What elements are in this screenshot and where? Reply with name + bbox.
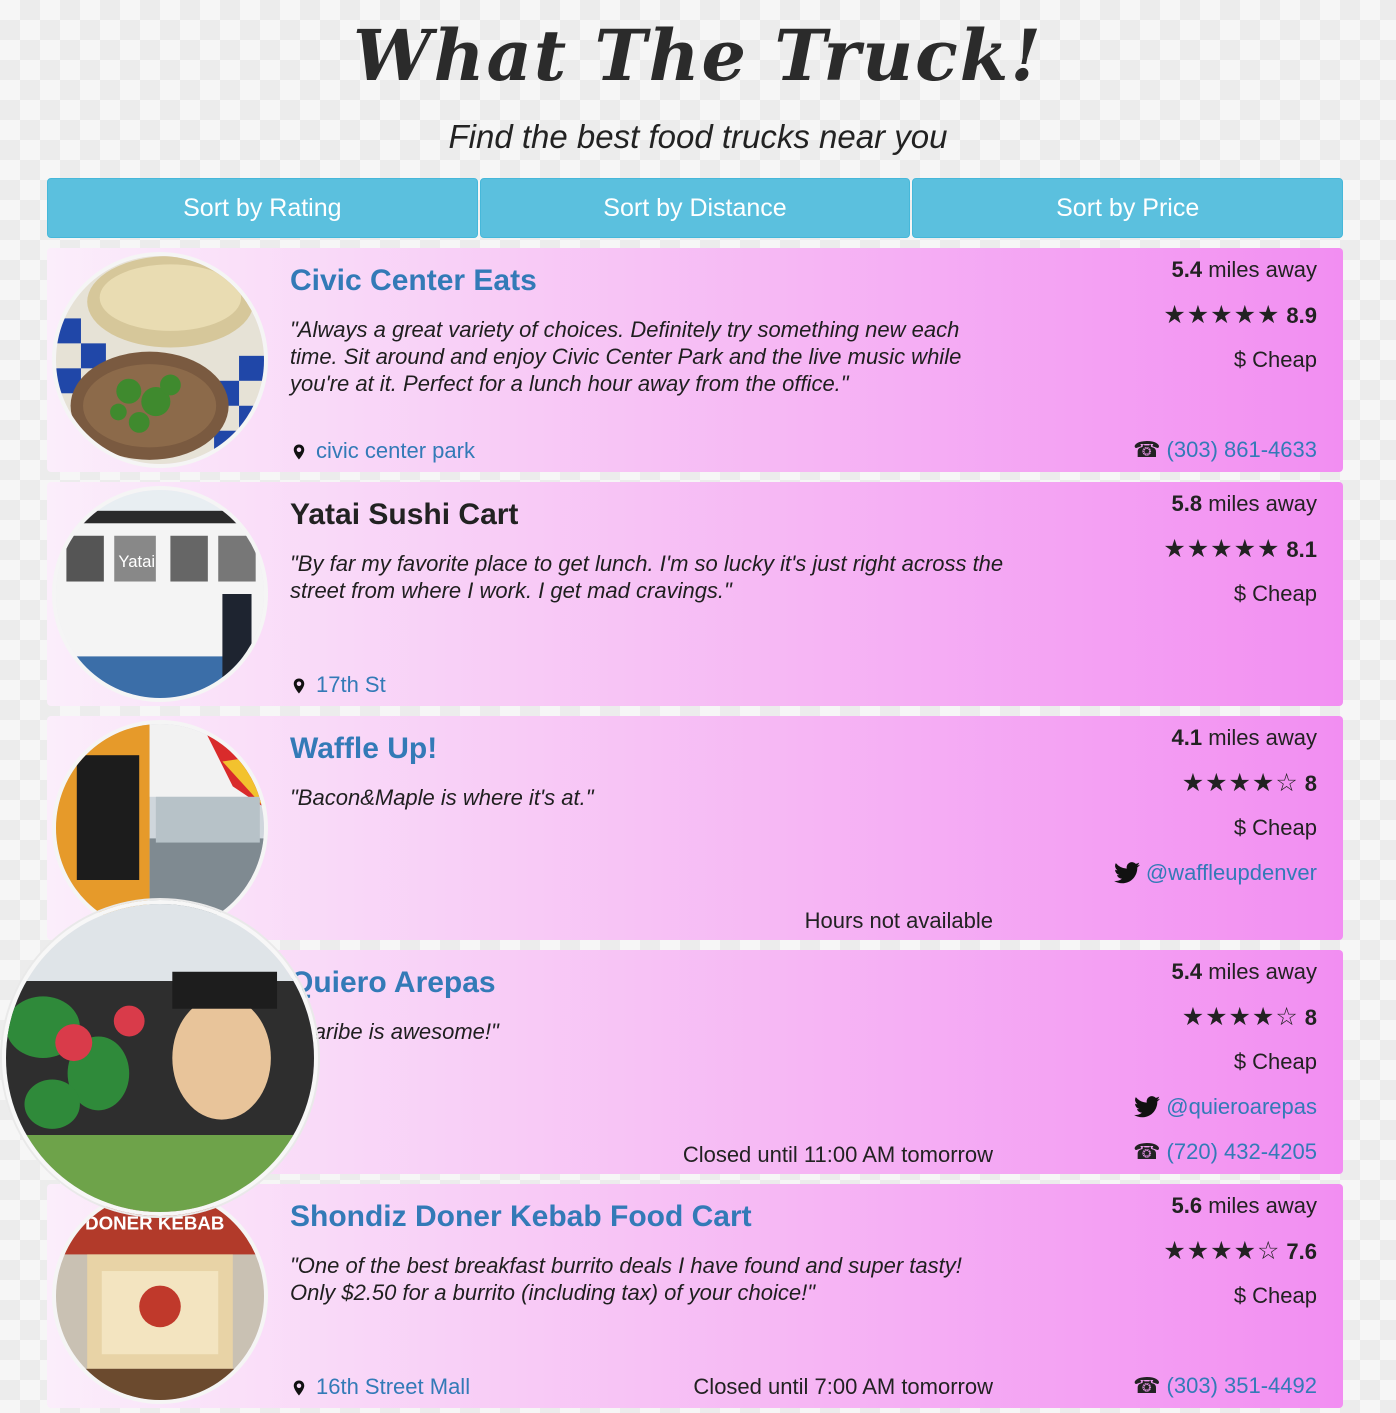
truck-meta: 5.6 miles away ★★★★☆ 7.6 $ Cheap ☎ (303) 3… [917,1188,1317,1413]
truck-review: "By far my favorite place to get lunch. … [290,551,1004,603]
map-pin-icon [293,444,305,460]
twitter-bird-icon [1113,862,1140,884]
arepas-truck-photo-enlarged[interactable] [2,900,318,1216]
twitter-link[interactable]: @quieroarepas [1166,1094,1317,1119]
truck-review: "Always a great variety of choices. Defi… [290,317,962,396]
truck-name-link[interactable]: Waffle Up! [290,732,437,766]
sort-by-distance-button[interactable]: Sort by Distance [479,178,911,238]
truck-rating: ★★★★☆ 7.6 [917,1233,1317,1278]
rating-score: 8 [1304,771,1317,796]
rating-stars: ★★★★★ [1163,535,1281,563]
rating-score: 7.6 [1286,1239,1317,1264]
truck-price: $ Cheap [1233,1049,1317,1074]
truck-review: "Caribe is awesome!" [290,1019,499,1044]
truck-hours: Hours not available [804,908,993,933]
phone-icon: ☎ [1133,1139,1161,1164]
truck-location-link[interactable]: 17th St [316,672,386,697]
truck-rating: ★★★★★ 8.9 [917,297,1317,342]
truck-twitter [917,1323,1317,1368]
rating-stars: ★★★★☆ [1181,769,1299,797]
truck-card: Yatai Yatai Sushi Cart "By far my favori… [47,482,1343,706]
phone-icon: ☎ [1133,437,1161,462]
truck-location[interactable]: civic center park [290,438,475,464]
burger-photo [52,252,268,468]
truck-distance: 5.6 miles away [1171,1193,1317,1218]
truck-card: Waffle Up! "Bacon&Maple is where it's at… [47,716,1343,940]
truck-location-link[interactable]: 16th Street Mall [316,1374,470,1399]
kebab-cart-photo: DONER KEBAB [52,1188,268,1404]
rating-score: 8 [1304,1005,1317,1030]
truck-distance: 4.1 miles away [1171,725,1317,750]
truck-meta: 5.8 miles away ★★★★★ 8.1 $ Cheap [917,486,1317,621]
truck-meta: 5.4 miles away ★★★★★ 8.9 $ Cheap ☎ (303) 8… [917,252,1317,477]
truck-name-link[interactable]: Quiero Arepas [290,966,496,1000]
phone-link[interactable]: (303) 861-4633 [1167,437,1317,462]
rating-stars: ★★★★☆ [1181,1003,1299,1031]
sort-by-price-button[interactable]: Sort by Price [912,178,1344,238]
truck-meta: 5.4 miles away ★★★★☆ 8 $ Cheap @quieroare… [917,954,1317,1179]
rating-score: 8.1 [1286,537,1317,562]
truck-twitter[interactable]: @waffleupdenver [917,855,1317,900]
truck-price: $ Cheap [1233,815,1317,840]
truck-card: DONER KEBAB Shondiz Doner Kebab Food Car… [47,1184,1343,1408]
truck-phone[interactable]: ☎ (720) 432-4205 [917,1134,1317,1179]
map-pin-icon [293,1380,305,1396]
truck-price: $ Cheap [1233,1283,1317,1308]
app-subtitle: Find the best food trucks near you [448,118,948,155]
truck-rating: ★★★★★ 8.1 [917,531,1317,576]
twitter-bird-icon [1134,1096,1161,1118]
yatai-sign: Yatai [118,552,155,571]
truck-distance: 5.4 miles away [1171,959,1317,984]
truck-distance: 5.4 miles away [1171,257,1317,282]
truck-phone[interactable]: ☎ (303) 351-4492 [917,1368,1317,1413]
truck-location-link[interactable]: civic center park [316,438,475,463]
map-pin-icon [293,678,305,694]
rating-stars: ★★★★★ [1163,301,1281,329]
truck-name-link[interactable]: Shondiz Doner Kebab Food Cart [290,1200,752,1234]
truck-location[interactable]: 16th Street Mall [290,1374,470,1400]
truck-review: "One of the best breakfast burrito deals… [290,1253,962,1305]
rating-stars: ★★★★☆ [1163,1237,1281,1265]
sushi-cart-photo: Yatai [52,486,268,702]
truck-distance: 5.8 miles away [1171,491,1317,516]
truck-rating: ★★★★☆ 8 [917,999,1317,1044]
rating-score: 8.9 [1286,303,1317,328]
truck-price: $ Cheap [1233,581,1317,606]
sort-toolbar: Sort by Rating Sort by Distance Sort by … [47,178,1344,238]
twitter-link[interactable]: @waffleupdenver [1146,860,1317,885]
truck-card: Civic Center Eats "Always a great variet… [47,248,1343,472]
truck-price: $ Cheap [1233,347,1317,372]
sort-by-rating-button[interactable]: Sort by Rating [47,178,478,238]
truck-twitter[interactable]: @quieroarepas [917,1089,1317,1134]
truck-meta: 4.1 miles away ★★★★☆ 8 $ Cheap @waffleupd… [917,720,1317,900]
truck-name: Yatai Sushi Cart [290,498,519,531]
truck-location[interactable]: 17th St [290,672,386,698]
truck-phone[interactable]: ☎ (303) 861-4633 [917,432,1317,477]
truck-rating: ★★★★☆ 8 [917,765,1317,810]
phone-link[interactable]: (720) 432-4205 [1167,1139,1317,1164]
truck-twitter [917,387,1317,432]
truck-name-link[interactable]: Civic Center Eats [290,264,537,298]
truck-review: "Bacon&Maple is where it's at." [290,785,594,810]
app-title: What The Truck! [352,14,1044,97]
